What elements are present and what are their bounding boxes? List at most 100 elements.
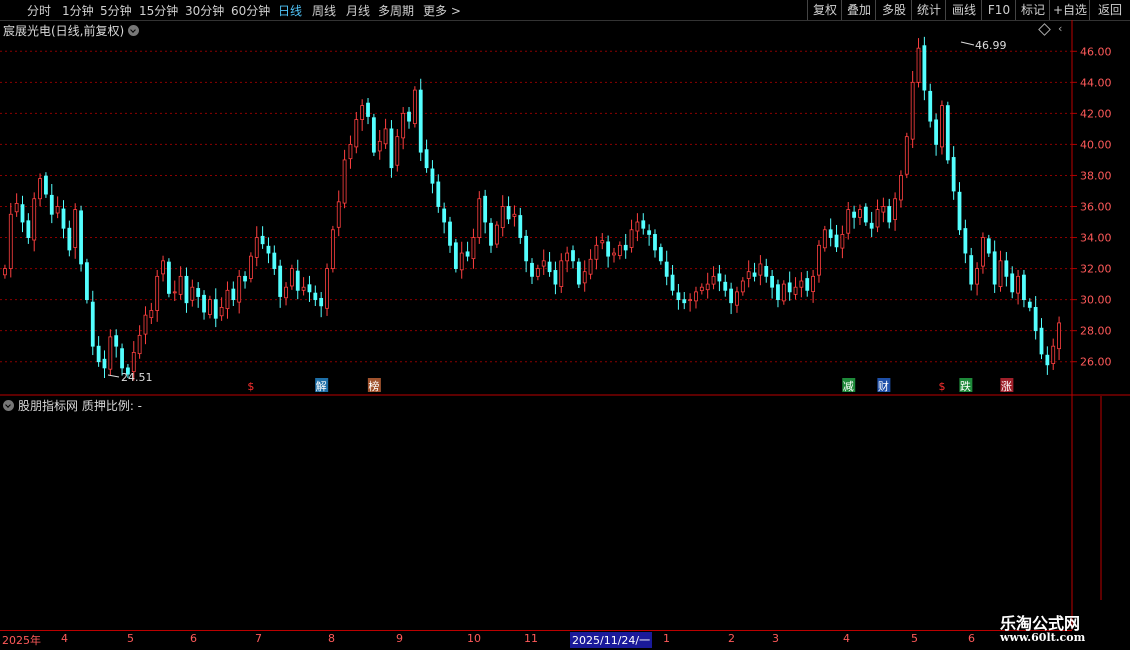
candle-body bbox=[430, 168, 435, 184]
indicator-title-text: 股朋指标网 质押比例: - bbox=[18, 399, 143, 413]
candle-body bbox=[922, 45, 927, 91]
candle-body bbox=[951, 157, 956, 192]
candle-body bbox=[600, 240, 605, 244]
candle-body bbox=[647, 230, 652, 235]
candle-body bbox=[764, 266, 769, 277]
candle-body bbox=[231, 288, 236, 301]
candle bbox=[840, 225, 845, 259]
candle-body bbox=[336, 201, 341, 228]
candle bbox=[1022, 269, 1026, 308]
overlay-button[interactable]: 叠加 bbox=[841, 0, 876, 20]
min-price-label: 24.51 bbox=[121, 371, 153, 384]
candle-body bbox=[442, 208, 447, 223]
candle bbox=[664, 250, 669, 286]
candle-body bbox=[73, 209, 78, 248]
candle bbox=[530, 258, 534, 284]
fuquan-button[interactable]: 复权 bbox=[807, 0, 842, 20]
add-watchlist-button[interactable]: +自选 bbox=[1049, 0, 1090, 20]
event-markers: $ 解 榜 减 财 $ 跌 涨 bbox=[247, 378, 1014, 393]
candle-body bbox=[1027, 301, 1032, 308]
candle-body bbox=[1010, 273, 1015, 293]
candle-body bbox=[32, 198, 37, 241]
period-tab-fenshi[interactable]: 分时 bbox=[27, 2, 51, 19]
candle-body bbox=[1022, 274, 1026, 301]
y-tick-label: 38.00 bbox=[1080, 169, 1112, 182]
period-tab-multi[interactable]: 多周期 bbox=[378, 2, 414, 19]
candle-body bbox=[436, 181, 441, 207]
f10-button[interactable]: F10 bbox=[981, 0, 1016, 20]
candle bbox=[705, 272, 710, 299]
candle-body bbox=[96, 345, 101, 363]
event-marker[interactable]: $ bbox=[938, 380, 945, 393]
period-tab-1min[interactable]: 1分钟 bbox=[62, 2, 94, 19]
kline-chart[interactable]: 26.00 28.00 30.00 32.00 34.00 36.00 38.00 40.00… bbox=[0, 20, 1130, 650]
stats-button[interactable]: 统计 bbox=[911, 0, 946, 20]
candle-body bbox=[506, 206, 511, 220]
chevron-down-icon[interactable] bbox=[3, 400, 14, 411]
draw-line-button[interactable]: 画线 bbox=[945, 0, 982, 20]
candle bbox=[96, 336, 101, 367]
candle-body bbox=[8, 213, 13, 269]
candle-body bbox=[981, 237, 985, 267]
event-marker[interactable]: 减 bbox=[842, 378, 856, 393]
candle bbox=[465, 241, 470, 262]
candle bbox=[266, 237, 271, 264]
candle bbox=[278, 259, 283, 308]
period-tab-monthly[interactable]: 月线 bbox=[346, 2, 370, 19]
candle bbox=[202, 290, 206, 320]
candle-body bbox=[776, 284, 780, 301]
event-marker[interactable]: 榜 bbox=[367, 378, 381, 393]
candle-body bbox=[366, 102, 370, 117]
candle bbox=[729, 282, 734, 315]
event-marker[interactable]: 解 bbox=[315, 378, 329, 393]
stock-title-text: 宸展光电(日线,前复权) bbox=[3, 24, 125, 38]
event-marker[interactable]: $ bbox=[247, 380, 254, 393]
candle bbox=[799, 272, 804, 298]
period-tab-60min[interactable]: 60分钟 bbox=[231, 2, 270, 19]
candle-body bbox=[588, 258, 593, 275]
candle-body bbox=[266, 245, 271, 254]
price-axis: 26.00 28.00 30.00 32.00 34.00 36.00 38.00 40.00… bbox=[1072, 45, 1112, 369]
period-tab-daily[interactable]: 日线 bbox=[278, 2, 302, 19]
period-tab-15min[interactable]: 15分钟 bbox=[139, 2, 178, 19]
candle-body bbox=[828, 229, 833, 238]
event-marker[interactable]: 跌 bbox=[959, 378, 973, 393]
candle bbox=[928, 83, 933, 128]
candle-body bbox=[137, 334, 142, 355]
candle bbox=[360, 99, 365, 131]
period-tab-weekly[interactable]: 周线 bbox=[312, 2, 336, 19]
chevron-left-icon[interactable]: ‹ bbox=[1058, 22, 1062, 35]
y-tick-label: 46.00 bbox=[1080, 45, 1112, 58]
candle-body bbox=[190, 286, 195, 301]
event-marker[interactable]: 财 bbox=[877, 378, 891, 393]
chevron-down-icon[interactable] bbox=[128, 25, 140, 36]
time-label: 6 bbox=[968, 632, 975, 645]
candle bbox=[758, 255, 763, 286]
candle-body bbox=[723, 281, 728, 291]
back-button[interactable]: 返回 bbox=[1089, 0, 1130, 20]
candle-body bbox=[524, 235, 529, 262]
mark-button[interactable]: 标记 bbox=[1015, 0, 1050, 20]
candle bbox=[453, 238, 458, 273]
multi-stock-button[interactable]: 多股 bbox=[875, 0, 912, 20]
candle-body bbox=[196, 288, 201, 297]
period-tab-5min[interactable]: 5分钟 bbox=[100, 2, 132, 19]
candle-body bbox=[243, 275, 247, 282]
candle bbox=[272, 245, 277, 275]
candle bbox=[1051, 338, 1056, 370]
candle bbox=[161, 255, 165, 282]
candle-body bbox=[846, 209, 851, 234]
candle-body bbox=[998, 260, 1003, 287]
period-tab-more[interactable]: 更多 > bbox=[423, 2, 461, 19]
period-tab-30min[interactable]: 30分钟 bbox=[185, 2, 224, 19]
event-marker[interactable]: 涨 bbox=[1000, 378, 1014, 393]
candle bbox=[143, 306, 148, 345]
candle bbox=[594, 236, 599, 270]
max-price-label: 46.99 bbox=[975, 39, 1007, 52]
candle-body bbox=[899, 175, 903, 201]
candle-body bbox=[289, 268, 294, 287]
candle bbox=[688, 293, 693, 312]
candle bbox=[494, 221, 499, 248]
candle-body bbox=[120, 348, 124, 369]
candle bbox=[49, 183, 54, 224]
